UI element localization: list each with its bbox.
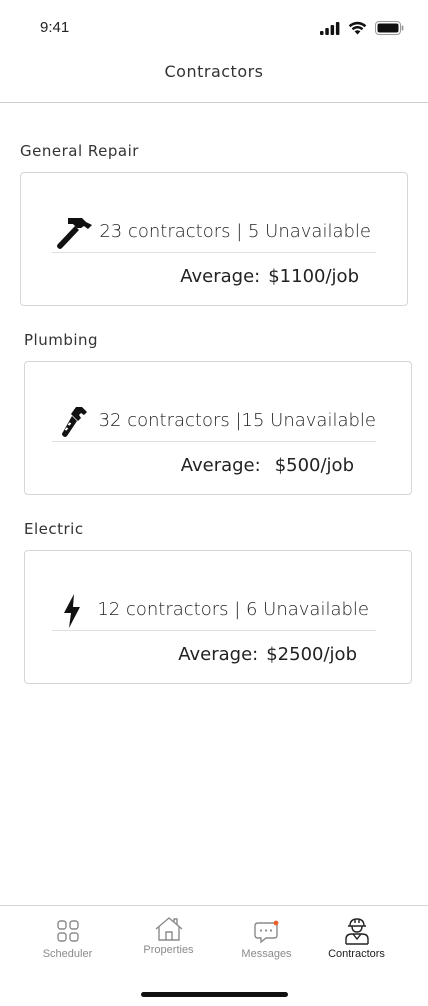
lightning-bolt-icon — [52, 591, 92, 631]
card-divider — [52, 252, 376, 253]
notification-badge — [273, 920, 278, 926]
wrench-icon — [55, 402, 95, 442]
status-icons — [320, 20, 404, 39]
contractor-count: 23 contractors | 5 Unavailable — [99, 221, 371, 242]
average-value: $2500/job — [266, 644, 357, 665]
average-label: Average: — [178, 644, 259, 665]
grid-icon — [56, 918, 80, 944]
contractor-count: 12 contractors | 6 Unavailable — [97, 599, 369, 620]
page-title: Contractors — [164, 62, 264, 81]
house-icon — [154, 916, 184, 942]
status-time: 9:41 — [40, 19, 70, 36]
battery-icon — [375, 20, 404, 39]
section-title-plumbing: Plumbing — [24, 331, 99, 349]
contractor-card-general-repair[interactable]: 23 contractors | 5 Unavailable Average: $… — [20, 172, 408, 306]
tab-properties[interactable]: Properties — [115, 906, 222, 966]
nav-header: Contractors — [0, 52, 428, 103]
average-price: Average: $2500/job — [178, 644, 357, 665]
section-title-general-repair: General Repair — [20, 142, 139, 160]
contractor-card-plumbing[interactable]: 32 contractors |15 Unavailable Average: $… — [24, 361, 412, 495]
average-value: $1100/job — [268, 266, 359, 287]
average-label: Average: — [180, 455, 261, 476]
section-title-electric: Electric — [24, 520, 84, 538]
contractor-count: 32 contractors |15 Unavailable — [98, 410, 376, 431]
home-indicator — [141, 992, 288, 997]
contractor-card-electric[interactable]: 12 contractors | 6 Unavailable Average: $… — [24, 550, 412, 684]
tab-label: Scheduler — [42, 948, 93, 960]
cellular-signal-icon — [320, 20, 340, 39]
average-value: $500/job — [274, 455, 354, 476]
tab-bar: Scheduler Properties Messages Contractor… — [0, 905, 428, 1006]
tab-label: Properties — [143, 944, 194, 956]
status-bar: 9:41 — [0, 0, 428, 52]
chat-bubble-icon — [253, 920, 280, 946]
card-divider — [52, 630, 376, 631]
average-label: Average: — [180, 266, 261, 287]
average-price: Average: $500/job — [181, 455, 354, 476]
tab-scheduler[interactable]: Scheduler — [14, 906, 121, 966]
hammer-icon — [55, 213, 95, 253]
tab-contractors[interactable]: Contractors — [303, 906, 410, 966]
tab-label: Messages — [241, 948, 292, 960]
tab-label: Contractors — [328, 948, 385, 960]
worker-icon — [344, 918, 370, 945]
wifi-icon — [348, 20, 367, 39]
card-divider — [52, 441, 376, 442]
average-price: Average: $1100/job — [180, 266, 359, 287]
